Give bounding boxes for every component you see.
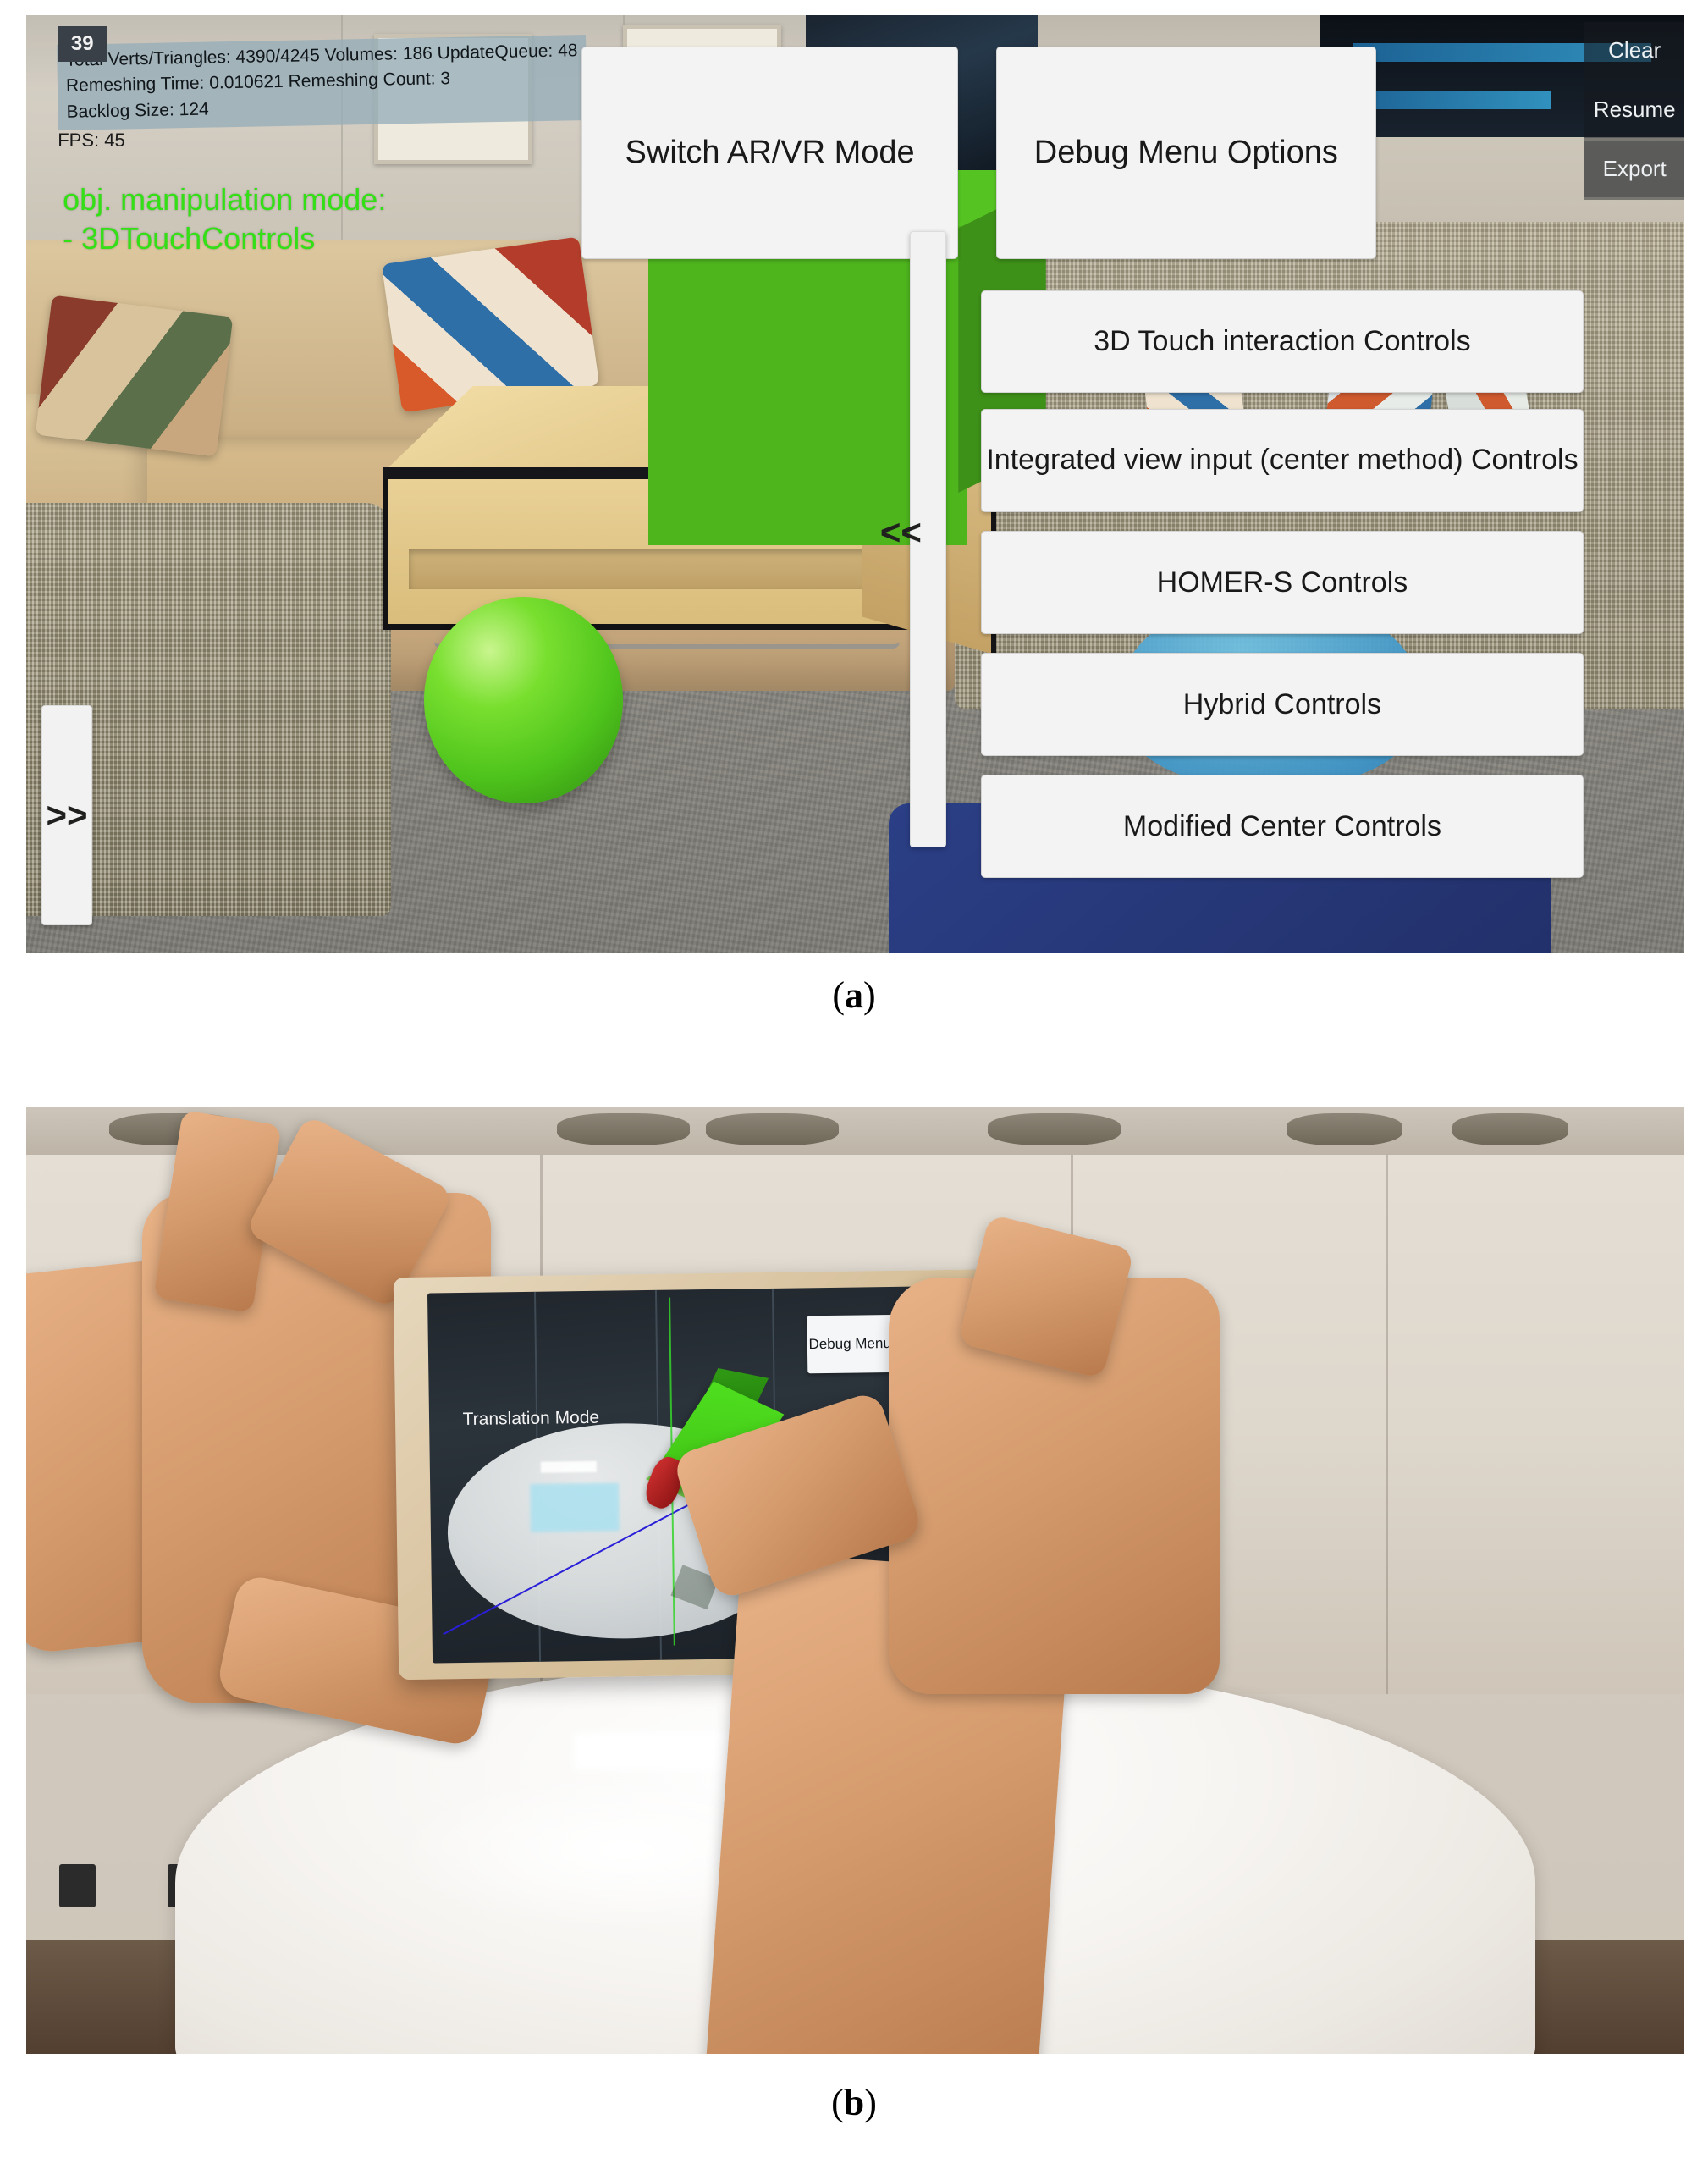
- translation-mode-label: Translation Mode: [462, 1407, 600, 1429]
- export-button[interactable]: Export: [1584, 141, 1684, 198]
- shelf-recess: [1452, 1112, 1568, 1145]
- shelf-recess: [1286, 1112, 1402, 1145]
- debug-menu-options-button[interactable]: Debug Menu Options: [996, 46, 1376, 259]
- chevron-left-double-icon[interactable]: <<: [880, 512, 922, 553]
- figure-container: Total Verts/Triangles: 4390/4245 Volumes…: [0, 0, 1708, 2158]
- three-d-touch-interaction-controls-button[interactable]: 3D Touch interaction Controls: [981, 290, 1584, 394]
- resume-button[interactable]: Resume: [1584, 80, 1684, 139]
- table-light-reflection: [573, 1731, 740, 1770]
- photo-scene-background: Translation Mode Debug Menu Options: [26, 1107, 1684, 2054]
- screen-reflection: [540, 1460, 597, 1473]
- frame-counter-badge: 39: [58, 26, 107, 63]
- menu-expand-handle[interactable]: >>: [41, 705, 93, 925]
- caption-a: (a): [832, 974, 876, 1016]
- panel-b-handheld-ar-photo: Translation Mode Debug Menu Options: [26, 1107, 1684, 2054]
- shelf-recess: [988, 1112, 1121, 1145]
- debug-stats-overlay: Total Verts/Triangles: 4390/4245 Volumes…: [57, 34, 588, 131]
- cabinet-handle: [59, 1864, 96, 1907]
- switch-ar-vr-mode-button[interactable]: Switch AR/VR Mode: [581, 46, 958, 259]
- screen-reflection: [530, 1482, 620, 1532]
- caption-b: (b): [831, 2082, 877, 2123]
- caption-b-letter: b: [843, 2082, 865, 2123]
- homer-s-controls-button[interactable]: HOMER-S Controls: [981, 531, 1584, 635]
- shelf-recess: [706, 1112, 839, 1145]
- ar-green-sphere[interactable]: [424, 596, 624, 803]
- hybrid-controls-button[interactable]: Hybrid Controls: [981, 653, 1584, 757]
- integrated-view-input-controls-button[interactable]: Integrated view input (center method) Co…: [981, 409, 1584, 513]
- shelf-recess: [556, 1112, 690, 1145]
- chevron-right-double-icon: >>: [46, 795, 88, 835]
- debug-actions-panel: Clear Resume Export: [1584, 21, 1684, 201]
- caption-a-letter: a: [845, 974, 863, 1016]
- fps-counter: FPS: 45: [58, 130, 125, 152]
- table-shelf: [408, 548, 901, 590]
- sofa-pillow: [35, 295, 234, 458]
- cabinet-seam: [1386, 1107, 1389, 1695]
- panel-a-hololens-ar-view: Total Verts/Triangles: 4390/4245 Volumes…: [26, 15, 1684, 953]
- monitor-glow: [1353, 90, 1552, 109]
- clear-button[interactable]: Clear: [1584, 21, 1684, 79]
- manipulation-mode-label: obj. manipulation mode: - 3DTouchControl…: [63, 182, 387, 257]
- modified-center-controls-button[interactable]: Modified Center Controls: [981, 775, 1584, 879]
